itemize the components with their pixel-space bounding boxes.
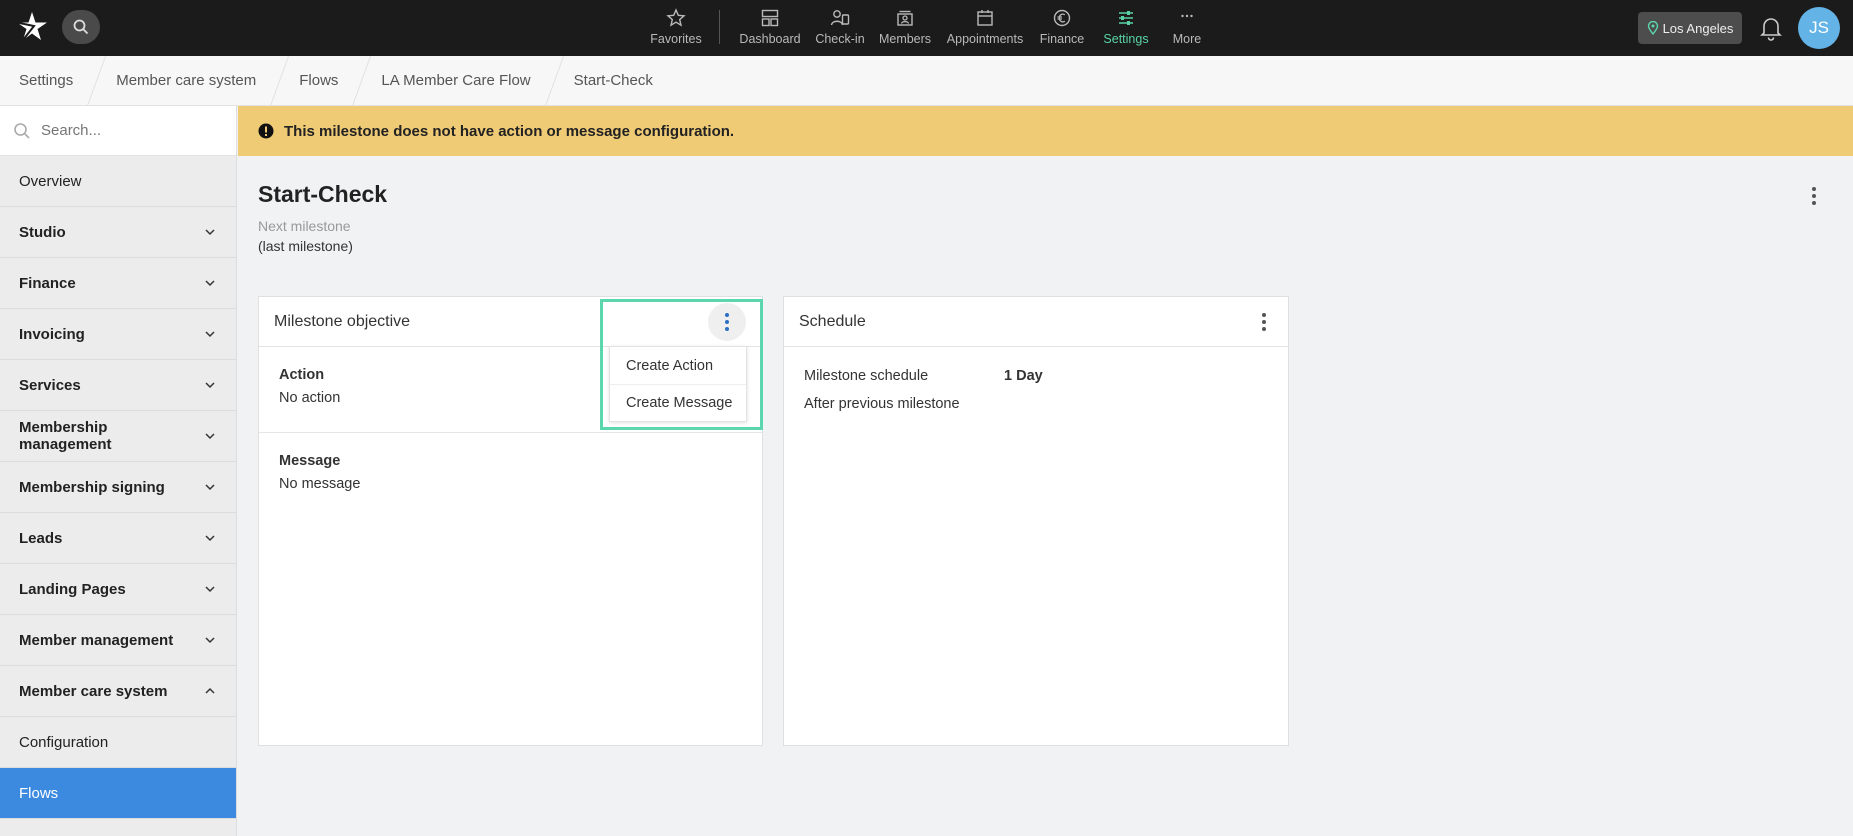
chevron-down-icon bbox=[205, 229, 215, 236]
breadcrumb-settings[interactable]: Settings bbox=[0, 56, 97, 106]
sidebar-item-membership-management[interactable]: Membership management bbox=[0, 411, 236, 462]
breadcrumb-la-member-care-flow[interactable]: LA Member Care Flow bbox=[362, 56, 554, 106]
message-value: No message bbox=[279, 476, 361, 492]
logo-star-icon[interactable] bbox=[14, 9, 50, 45]
milestone-objective-title: Milestone objective bbox=[274, 312, 411, 330]
sidebar-item-label: Leads bbox=[19, 529, 63, 547]
nav-dashboard[interactable]: Dashboard bbox=[738, 0, 802, 56]
sidebar-item-label: Studio bbox=[19, 223, 66, 241]
sliders-icon bbox=[1119, 11, 1133, 25]
nav-settings[interactable]: Settings bbox=[1098, 0, 1154, 56]
sidebar-item-invoicing[interactable]: Invoicing bbox=[0, 309, 236, 360]
nav-finance[interactable]: Finance bbox=[1036, 0, 1088, 56]
more-icon bbox=[1181, 14, 1193, 18]
chevron-down-icon bbox=[205, 433, 215, 440]
dashboard-icon bbox=[761, 9, 779, 27]
nav-appointments-label: Appointments bbox=[946, 32, 1024, 46]
nav-more-label: More bbox=[1172, 32, 1202, 46]
next-milestone-label: Next milestone bbox=[258, 218, 351, 234]
notification-bell-icon[interactable] bbox=[1758, 14, 1784, 42]
schedule-title: Schedule bbox=[799, 312, 866, 330]
nav-dashboard-label: Dashboard bbox=[739, 32, 801, 46]
global-search-button[interactable] bbox=[62, 10, 100, 44]
page-kebab-menu-icon[interactable] bbox=[1806, 184, 1822, 208]
sidebar-item-member-management[interactable]: Member management bbox=[0, 615, 236, 666]
sidebar-item-label: Flows bbox=[19, 784, 59, 802]
breadcrumb-member-care-system[interactable]: Member care system bbox=[97, 56, 280, 106]
location-selector[interactable]: Los Angeles bbox=[1638, 12, 1742, 44]
nav-members-label: Members bbox=[878, 32, 932, 46]
nav-favorites[interactable]: Favorites bbox=[648, 0, 704, 56]
sidebar-item-label: Membership management bbox=[19, 419, 112, 453]
sidebar-item-label: Finance bbox=[19, 274, 76, 292]
nav-settings-label: Settings bbox=[1103, 32, 1149, 46]
nav-favorites-label: Favorites bbox=[650, 32, 702, 46]
sidebar-item-leads[interactable]: Leads bbox=[0, 513, 236, 564]
nav-divider bbox=[719, 10, 720, 44]
breadcrumb: Settings Member care system Flows LA Mem… bbox=[0, 56, 1853, 106]
milestone-schedule-label: Milestone schedule bbox=[804, 368, 929, 384]
schedule-header: Schedule bbox=[784, 297, 1288, 347]
sidebar-item-label: Services bbox=[19, 376, 81, 394]
chevron-down-icon bbox=[205, 637, 215, 644]
schedule-kebab-menu-icon[interactable] bbox=[1252, 310, 1276, 334]
exclamation-circle-icon bbox=[258, 123, 274, 139]
chevron-down-icon bbox=[205, 382, 215, 389]
next-milestone-value: (last milestone) bbox=[258, 238, 353, 254]
calendar-icon bbox=[977, 10, 993, 26]
nav-more[interactable]: More bbox=[1166, 0, 1208, 56]
nav-finance-label: Finance bbox=[1039, 32, 1085, 46]
sidebar-item-membership-signing[interactable]: Membership signing bbox=[0, 462, 236, 513]
search-icon bbox=[14, 122, 30, 139]
search-icon bbox=[73, 19, 89, 35]
sidebar-item-label: Invoicing bbox=[19, 325, 85, 343]
chevron-down-icon bbox=[205, 280, 215, 287]
milestone-schedule-value: 1 Day bbox=[1004, 368, 1043, 384]
sidebar-item-overview[interactable]: Overview bbox=[0, 156, 236, 207]
after-previous-milestone-text: After previous milestone bbox=[804, 396, 960, 412]
warning-banner-text: This milestone does not have action or m… bbox=[284, 122, 735, 140]
nav-appointments[interactable]: Appointments bbox=[944, 0, 1026, 56]
sidebar-item-label: Membership signing bbox=[19, 478, 165, 496]
sidebar-item-configuration[interactable]: Configuration bbox=[0, 717, 236, 768]
map-pin-icon bbox=[1647, 21, 1658, 35]
members-icon bbox=[897, 10, 913, 26]
breadcrumb-start-check: Start-Check bbox=[573, 72, 653, 89]
star-icon bbox=[666, 8, 686, 27]
page-title: Start-Check bbox=[258, 181, 388, 207]
nav-check-in-label: Check-in bbox=[815, 32, 865, 46]
checkin-icon bbox=[830, 10, 850, 26]
sidebar-search bbox=[0, 106, 236, 156]
user-avatar[interactable]: JS bbox=[1798, 7, 1840, 49]
sidebar-item-finance[interactable]: Finance bbox=[0, 258, 236, 309]
message-section: Message No message bbox=[259, 433, 762, 512]
euro-icon bbox=[1053, 9, 1071, 27]
sidebar-search-input[interactable] bbox=[41, 122, 221, 139]
sidebar-item-landing-pages[interactable]: Landing Pages bbox=[0, 564, 236, 615]
sidebar-item-label: Member care system bbox=[19, 682, 168, 700]
chevron-down-icon bbox=[205, 586, 215, 593]
chevron-down-icon bbox=[205, 484, 215, 491]
warning-banner: This milestone does not have action or m… bbox=[238, 106, 1853, 156]
chevron-down-icon bbox=[205, 331, 215, 338]
sidebar-item-member-care-system[interactable]: Member care system bbox=[0, 666, 236, 717]
schedule-card: Schedule bbox=[783, 296, 1289, 746]
message-label: Message bbox=[279, 453, 341, 469]
highlight-box bbox=[600, 299, 763, 430]
breadcrumb-flows[interactable]: Flows bbox=[280, 56, 362, 106]
sidebar-item-label: Configuration bbox=[19, 733, 109, 751]
nav-members[interactable]: Members bbox=[876, 0, 934, 56]
sidebar-item-flows[interactable]: Flows bbox=[0, 768, 236, 819]
top-bar: Favorites Dashboard Check-in Members App… bbox=[0, 0, 1853, 56]
settings-sidebar: Overview Studio Finance Invoicing Servic… bbox=[0, 106, 237, 836]
sidebar-item-label: Overview bbox=[19, 172, 82, 190]
chevron-up-icon bbox=[205, 687, 215, 694]
location-label: Los Angeles bbox=[1662, 20, 1734, 36]
sidebar-item-label: Landing Pages bbox=[19, 580, 126, 598]
sidebar-item-studio[interactable]: Studio bbox=[0, 207, 236, 258]
chevron-down-icon bbox=[205, 535, 215, 542]
sidebar-item-services[interactable]: Services bbox=[0, 360, 236, 411]
nav-check-in[interactable]: Check-in bbox=[814, 0, 866, 56]
sidebar-item-label: Member management bbox=[19, 631, 174, 649]
